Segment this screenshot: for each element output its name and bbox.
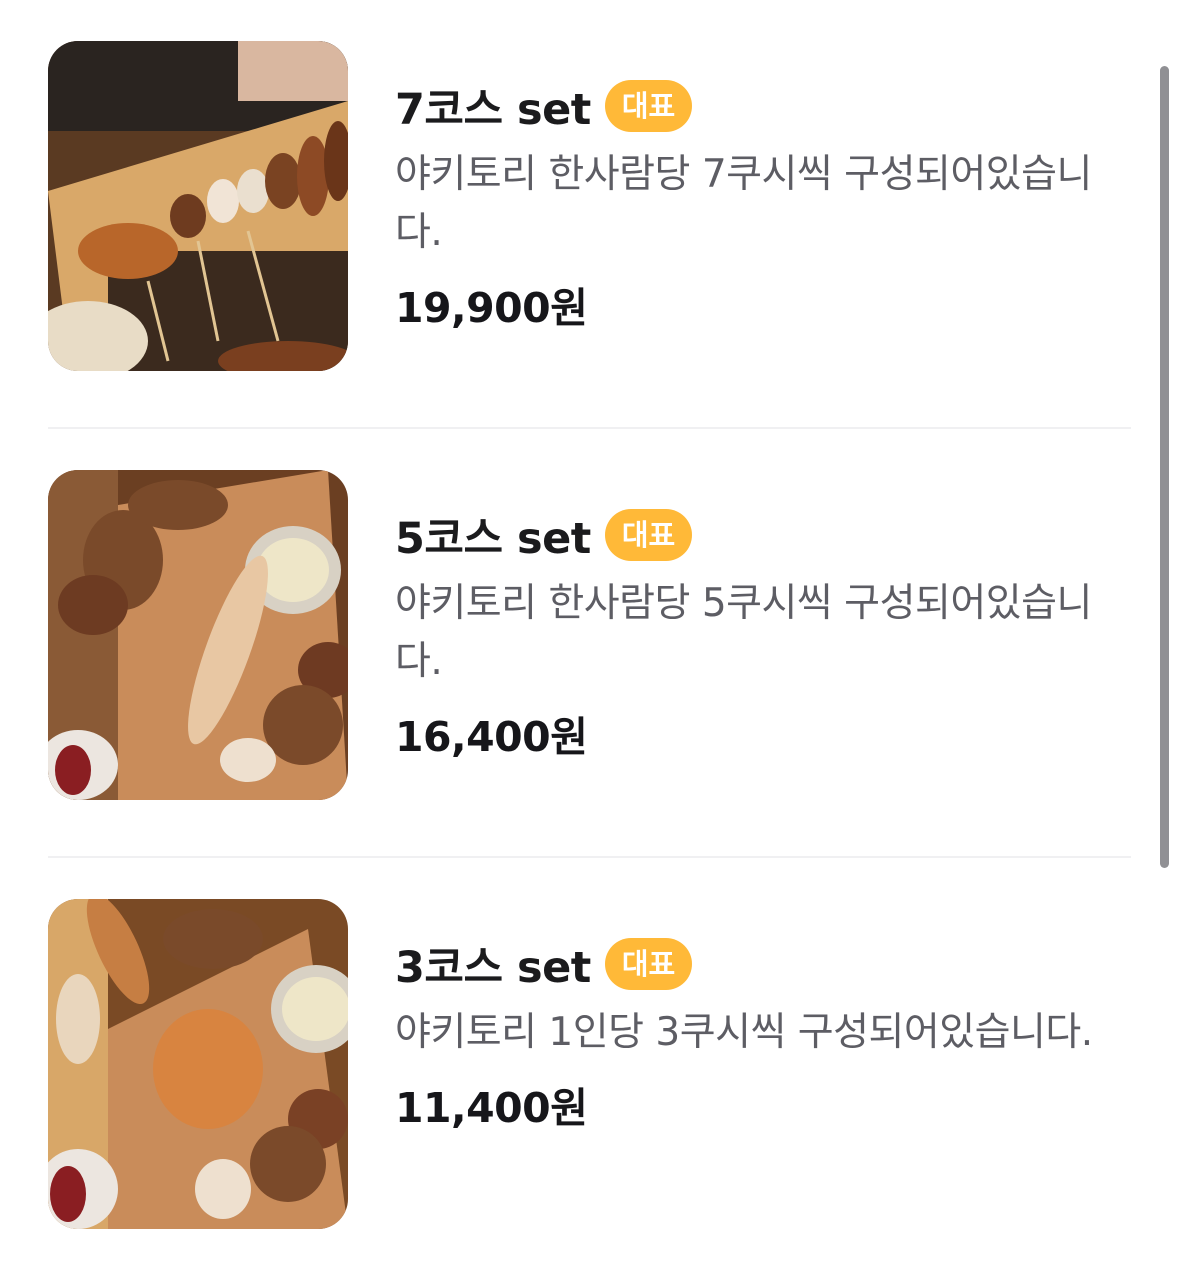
yakitori-photo-image (48, 899, 348, 1229)
menu-item-info: 3코스 set 대표 야키토리 1인당 3쿠시씩 구성되어있습니다. 11,40… (395, 936, 1115, 1134)
menu-page: 7코스 set 대표 야키토리 한사람당 7쿠시씩 구성되어있습니다. 19,9… (0, 0, 1179, 1281)
menu-item-description: 야키토리 1인당 3쿠시씩 구성되어있습니다. (395, 1010, 1093, 1055)
menu-item-description: 야키토리 한사람당 5쿠시씩 구성되어있습니다. (395, 581, 1092, 684)
menu-item-title: 7코스 set (395, 85, 591, 135)
menu-item-price: 19,900원 (395, 284, 588, 332)
menu-item-photo[interactable] (48, 899, 348, 1229)
signature-badge: 대표 (604, 938, 693, 990)
menu-item-3-course[interactable]: 3코스 set 대표 야키토리 1인당 3쿠시씩 구성되어있습니다. 11,40… (48, 858, 1131, 1281)
menu-item-title-row: 5코스 set 대표 (395, 507, 1115, 564)
vertical-scrollbar[interactable] (1160, 66, 1169, 868)
menu-item-title-row: 3코스 set 대표 (395, 936, 1115, 993)
signature-badge: 대표 (604, 509, 693, 561)
menu-item-price: 16,400원 (395, 713, 588, 761)
menu-item-title: 5코스 set (395, 514, 591, 564)
yakitori-photo-image (48, 41, 348, 371)
yakitori-photo-image (48, 470, 348, 800)
menu-item-7-course[interactable]: 7코스 set 대표 야키토리 한사람당 7쿠시씩 구성되어있습니다. 19,9… (48, 0, 1131, 429)
menu-item-5-course[interactable]: 5코스 set 대표 야키토리 한사람당 5쿠시씩 구성되어있습니다. 16,4… (48, 429, 1131, 858)
menu-item-info: 7코스 set 대표 야키토리 한사람당 7쿠시씩 구성되어있습니다. 19,9… (395, 78, 1115, 334)
menu-item-title-row: 7코스 set 대표 (395, 78, 1115, 135)
menu-item-price: 11,400원 (395, 1084, 588, 1132)
signature-badge: 대표 (604, 80, 693, 132)
menu-item-description: 야키토리 한사람당 7쿠시씩 구성되어있습니다. (395, 152, 1092, 255)
menu-item-title: 3코스 set (395, 943, 591, 993)
menu-item-info: 5코스 set 대표 야키토리 한사람당 5쿠시씩 구성되어있습니다. 16,4… (395, 507, 1115, 763)
menu-list: 7코스 set 대표 야키토리 한사람당 7쿠시씩 구성되어있습니다. 19,9… (48, 0, 1131, 1281)
menu-item-photo[interactable] (48, 470, 348, 800)
menu-item-photo[interactable] (48, 41, 348, 371)
